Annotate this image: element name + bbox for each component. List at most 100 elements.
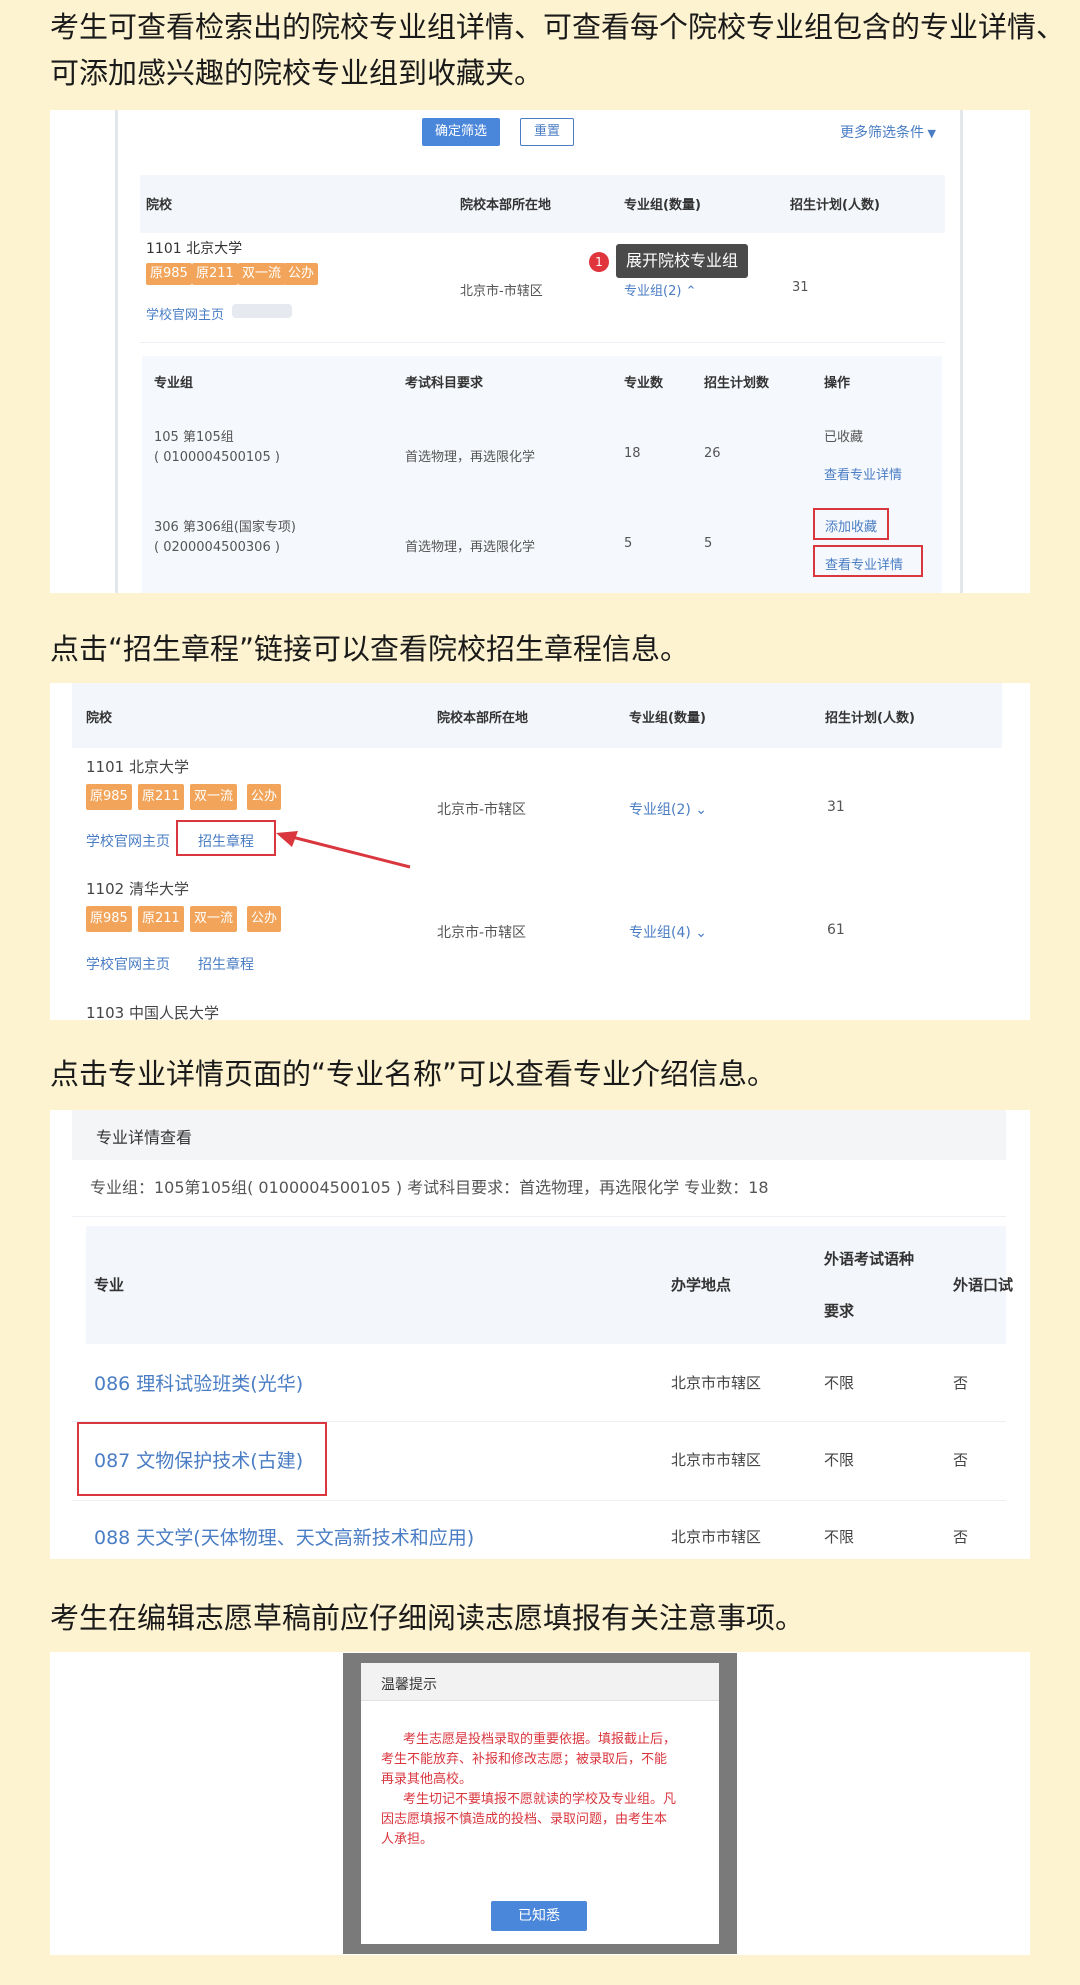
school2-name: 1102 清华大学 (86, 880, 189, 898)
major-087-place: 北京市市辖区 (671, 1451, 762, 1469)
major-086-link[interactable]: 086 理科试验班类(光华) (94, 1369, 303, 1396)
header-groups: 专业组(数量) (624, 198, 701, 213)
school2-plan: 61 (827, 922, 845, 938)
school3-name: 1103 中国人民大学 (86, 1004, 219, 1020)
header2-location: 院校本部所在地 (437, 711, 529, 726)
screenshot-notice: 温馨提示 考生志愿是投档录取的重要依据。填报截止后， 考生不能放弃、补报和修改志… (50, 1652, 1030, 1955)
school2-charter-link[interactable]: 招生章程 (198, 954, 254, 974)
header2-groups: 专业组(数量) (629, 711, 706, 726)
group-306-plan: 5 (704, 536, 713, 551)
tag-public: 公办 (284, 263, 319, 285)
school2-location: 北京市-市辖区 (437, 925, 527, 941)
major-088-lang: 不限 (824, 1528, 855, 1546)
major-088-place: 北京市市辖区 (671, 1528, 762, 1546)
header3-lang-line2: 要求 (824, 1302, 855, 1320)
group-105-count: 18 (624, 446, 641, 461)
school1-homepage-link[interactable]: 学校官网主页 (86, 831, 170, 851)
school2-tag-public: 公办 (247, 906, 282, 932)
expand-tooltip: 展开院校专业组 (616, 244, 749, 278)
group-105-view-majors[interactable]: 查看专业详情 (824, 464, 902, 483)
row-divider (72, 1500, 1006, 1501)
caption-2: 点击“招生章程”链接可以查看院校招生章程信息。 (50, 632, 690, 666)
chevron-down-icon: ⌄ (690, 802, 708, 818)
header-plan: 招生计划(人数) (790, 198, 880, 213)
chevron-up-icon: ⌃ (681, 284, 697, 299)
group-105-name: 105 第105组 (154, 430, 234, 445)
scroll-edge-right (960, 110, 963, 593)
school1-name: 1101 北京大学 (86, 758, 189, 776)
group-105-favorited: 已收藏 (824, 430, 864, 445)
group-105-plan: 26 (704, 446, 721, 461)
school1-tag-double-first: 双一流 (190, 784, 238, 810)
dialog-title: 专业详情查看 (96, 1128, 193, 1147)
group-306-code: ( 0200004500306 ) (154, 540, 280, 555)
blurred-url (232, 304, 292, 318)
notice-p2-line1: 考生切记不要填报不愿就读的学校及专业组。凡 (403, 1792, 677, 1807)
group-306-subjects: 首选物理，再选限化学 (405, 540, 536, 555)
tag-985: 原985 (146, 263, 192, 285)
notice-p2-line2: 因志愿填报不慎造成的投档、录取问题，由考生本 (381, 1812, 668, 1827)
notice-p1-line3: 再录其他高校。 (381, 1772, 473, 1787)
sub-header-subjects: 考试科目要求 (405, 376, 484, 391)
school2-tag-985: 原985 (86, 906, 132, 932)
groups-toggle[interactable]: 专业组(2) ⌃ (624, 280, 696, 299)
caption-1-line1: 考生可查看检索出的院校专业组详情、可查看每个院校专业组包含的专业详情、 (50, 10, 1066, 44)
school-plan: 31 (792, 280, 809, 295)
caption-4: 考生在编辑志愿草稿前应仔细阅读志愿填报有关注意事项。 (50, 1601, 805, 1635)
screenshot-charter: 院校 院校本部所在地 专业组(数量) 招生计划(人数) 1101 北京大学 原9… (50, 683, 1030, 1020)
school1-tag-public: 公办 (247, 784, 282, 810)
header3-major: 专业 (94, 1276, 125, 1294)
school-homepage-link[interactable]: 学校官网主页 (146, 304, 224, 323)
sub-header-count: 专业数 (624, 376, 664, 391)
header-location: 院校本部所在地 (460, 198, 552, 213)
school-name: 1101 北京大学 (146, 241, 243, 257)
scroll-edge-left (115, 110, 118, 593)
caption-3: 点击专业详情页面的“专业名称”可以查看专业介绍信息。 (50, 1057, 777, 1091)
school2-tag-211: 原211 (138, 906, 184, 932)
tag-double-first: 双一流 (238, 263, 286, 285)
school2-groups-toggle[interactable]: 专业组(4) ⌄ (629, 922, 707, 942)
sub-header-ops: 操作 (824, 376, 851, 391)
major-087-oral: 否 (953, 1451, 969, 1469)
table-header-3 (86, 1226, 1006, 1344)
tag-211: 原211 (192, 263, 238, 285)
confirm-filter-button[interactable]: 确定筛选 (422, 118, 500, 146)
header3-oral: 外语口试 (953, 1276, 1014, 1294)
notice-p1-line2: 考生不能放弃、补报和修改志愿；被录取后，不能 (381, 1752, 668, 1767)
modal-title: 温馨提示 (381, 1677, 437, 1693)
sub-header-group: 专业组 (154, 376, 194, 391)
caret-down-icon: ▼ (924, 127, 936, 140)
reset-button[interactable]: 重置 (520, 118, 574, 146)
school2-tag-double-first: 双一流 (190, 906, 238, 932)
dialog-header (72, 1110, 1006, 1160)
step-badge: 1 (589, 252, 609, 272)
major-086-oral: 否 (953, 1374, 969, 1392)
notice-modal: 温馨提示 考生志愿是投档录取的重要依据。填报截止后， 考生不能放弃、补报和修改志… (361, 1663, 719, 1944)
header2-school: 院校 (86, 711, 113, 726)
more-filters-link[interactable]: 更多筛选条件 ▼ (840, 122, 936, 142)
school1-location: 北京市-市辖区 (437, 802, 527, 818)
notice-p2-line3: 人承担。 (381, 1832, 434, 1847)
school1-tag-985: 原985 (86, 784, 132, 810)
sub-header-plan: 招生计划数 (704, 376, 770, 391)
highlight-charter (176, 820, 276, 856)
school2-homepage-link[interactable]: 学校官网主页 (86, 954, 170, 974)
divider (140, 342, 945, 343)
group-105-subjects: 首选物理，再选限化学 (405, 450, 536, 465)
acknowledge-button[interactable]: 已知悉 (491, 1901, 587, 1931)
school1-groups-toggle[interactable]: 专业组(2) ⌄ (629, 799, 707, 819)
major-088-oral: 否 (953, 1528, 969, 1546)
header2-plan: 招生计划(人数) (825, 711, 915, 726)
caption-1-line2: 可添加感兴趣的院校专业组到收藏夹。 (50, 56, 544, 90)
screenshot-group-details: 确定筛选 重置 更多筛选条件 ▼ 院校 院校本部所在地 专业组(数量) 招生计划… (50, 110, 1030, 593)
school-location: 北京市-市辖区 (460, 284, 543, 299)
header3-place: 办学地点 (671, 1276, 732, 1294)
group-306-count: 5 (624, 536, 633, 551)
major-087-lang: 不限 (824, 1451, 855, 1469)
chevron-down-icon: ⌄ (690, 925, 708, 941)
highlight-major-name (77, 1422, 327, 1496)
notice-p1-line1: 考生志愿是投档录取的重要依据。填报截止后， (403, 1732, 677, 1747)
major-088-link[interactable]: 088 天文学(天体物理、天文高新技术和应用) (94, 1523, 474, 1550)
major-086-lang: 不限 (824, 1374, 855, 1392)
highlight-view-majors (813, 545, 923, 577)
